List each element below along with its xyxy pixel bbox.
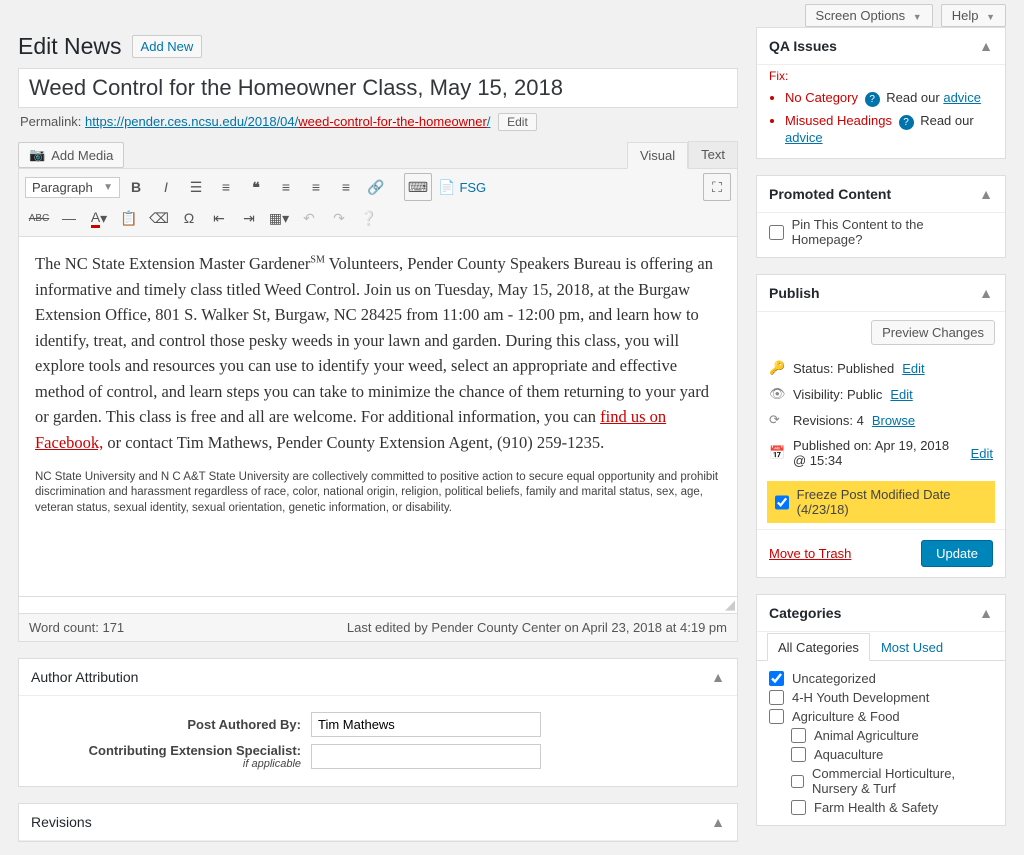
triangle-up-icon: ▲ bbox=[979, 38, 993, 54]
key-icon: 🔑 bbox=[769, 360, 785, 376]
question-icon[interactable]: ? bbox=[899, 115, 914, 130]
visibility-edit-link[interactable]: Edit bbox=[890, 387, 912, 402]
document-icon: 📄 bbox=[438, 179, 455, 196]
specialist-input[interactable] bbox=[311, 744, 541, 769]
author-attribution-toggle[interactable]: Author Attribution▲ bbox=[19, 659, 737, 696]
category-checkbox[interactable] bbox=[791, 747, 806, 762]
triangle-up-icon: ▲ bbox=[711, 669, 725, 685]
publish-toggle[interactable]: Publish▲ bbox=[757, 275, 1005, 312]
page-title: Edit News Add New bbox=[18, 27, 738, 68]
add-media-button[interactable]: 📷 Add Media bbox=[18, 142, 124, 168]
undo-button[interactable]: ↶ bbox=[295, 204, 323, 232]
permalink-row: Permalink: https://pender.ces.ncsu.edu/2… bbox=[18, 108, 738, 141]
category-checkbox[interactable] bbox=[769, 709, 784, 724]
text-color-button[interactable]: A▾ bbox=[85, 204, 113, 232]
qa-issue-item: No Category ? Read our advice bbox=[785, 87, 1005, 110]
hr-button[interactable]: — bbox=[55, 204, 83, 232]
editor-content[interactable]: The NC State Extension Master GardenerSM… bbox=[18, 237, 738, 597]
format-select[interactable]: Paragraph▼ bbox=[25, 177, 120, 198]
fsg-button[interactable]: 📄FSG bbox=[434, 173, 494, 201]
browse-revisions-link[interactable]: Browse bbox=[872, 413, 915, 428]
link-button[interactable]: 🔗 bbox=[362, 173, 390, 201]
preview-changes-button[interactable]: Preview Changes bbox=[871, 320, 995, 345]
special-char-button[interactable]: Ω bbox=[175, 204, 203, 232]
category-checkbox[interactable] bbox=[791, 728, 806, 743]
pin-homepage-label: Pin This Content to the Homepage? bbox=[792, 217, 993, 247]
word-count: Word count: 171 bbox=[29, 620, 124, 635]
triangle-up-icon: ▲ bbox=[979, 186, 993, 202]
bullet-list-button[interactable]: ☰ bbox=[182, 173, 210, 201]
category-checkbox[interactable] bbox=[769, 671, 784, 686]
italic-button[interactable]: I bbox=[152, 173, 180, 201]
disclaimer-text: NC State University and N C A&T State Un… bbox=[35, 470, 721, 517]
pin-homepage-checkbox[interactable] bbox=[769, 225, 784, 240]
status-edit-link[interactable]: Edit bbox=[902, 361, 924, 376]
paste-button[interactable]: 📋 bbox=[115, 204, 143, 232]
eye-icon: 👁 bbox=[769, 386, 785, 402]
category-checkbox[interactable] bbox=[769, 690, 784, 705]
revisions-icon: ⟳ bbox=[769, 412, 785, 428]
date-edit-link[interactable]: Edit bbox=[971, 446, 993, 461]
authored-by-input[interactable] bbox=[311, 712, 541, 737]
authored-by-label: Post Authored By: bbox=[31, 717, 301, 732]
outdent-button[interactable]: ⇤ bbox=[205, 204, 233, 232]
update-button[interactable]: Update bbox=[921, 540, 993, 567]
calendar-icon: 📅 bbox=[769, 445, 785, 461]
categories-toggle[interactable]: Categories▲ bbox=[757, 595, 1005, 632]
blockquote-button[interactable]: ❝ bbox=[242, 173, 270, 201]
indent-button[interactable]: ⇥ bbox=[235, 204, 263, 232]
clear-format-button[interactable]: ⌫ bbox=[145, 204, 173, 232]
triangle-up-icon: ▲ bbox=[711, 814, 725, 830]
align-right-button[interactable]: ≡ bbox=[332, 173, 360, 201]
fullscreen-button[interactable]: ⛶ bbox=[703, 173, 731, 201]
permalink-link[interactable]: https://pender.ces.ncsu.edu/2018/04/weed… bbox=[85, 114, 490, 129]
promoted-toggle[interactable]: Promoted Content▲ bbox=[757, 176, 1005, 213]
advice-link[interactable]: advice bbox=[785, 130, 823, 145]
qa-issue-item: Misused Headings ? Read our advice bbox=[785, 110, 1005, 148]
tab-visual[interactable]: Visual bbox=[627, 142, 688, 169]
category-checkbox[interactable] bbox=[791, 774, 804, 789]
align-center-button[interactable]: ≡ bbox=[302, 173, 330, 201]
qa-issues-toggle[interactable]: QA Issues▲ bbox=[757, 28, 1005, 65]
editor-help-button[interactable]: ❔ bbox=[355, 204, 383, 232]
triangle-up-icon: ▲ bbox=[979, 605, 993, 621]
table-button[interactable]: ▦▾ bbox=[265, 204, 293, 232]
keyboard-button[interactable]: ⌨ bbox=[404, 173, 432, 201]
align-left-button[interactable]: ≡ bbox=[272, 173, 300, 201]
revisions-toggle[interactable]: Revisions▲ bbox=[19, 804, 737, 841]
resize-handle[interactable]: ◢ bbox=[18, 597, 738, 614]
advice-link[interactable]: advice bbox=[943, 90, 981, 105]
move-to-trash-link[interactable]: Move to Trash bbox=[769, 546, 851, 561]
category-checkbox[interactable] bbox=[791, 800, 806, 815]
tab-text[interactable]: Text bbox=[688, 141, 738, 168]
freeze-date-label: Freeze Post Modified Date (4/23/18) bbox=[797, 487, 987, 517]
strikethrough-button[interactable]: ABC bbox=[25, 204, 53, 232]
chevron-down-icon: ▼ bbox=[103, 182, 113, 193]
specialist-label: Contributing Extension Specialist: if ap… bbox=[31, 743, 301, 770]
permalink-edit-button[interactable]: Edit bbox=[498, 113, 537, 131]
redo-button[interactable]: ↷ bbox=[325, 204, 353, 232]
numbered-list-button[interactable]: ≡ bbox=[212, 173, 240, 201]
tab-all-categories[interactable]: All Categories bbox=[767, 633, 870, 661]
help-button[interactable]: Help bbox=[941, 4, 1006, 27]
tab-most-used[interactable]: Most Used bbox=[870, 633, 954, 661]
bold-button[interactable]: B bbox=[122, 173, 150, 201]
last-edited: Last edited by Pender County Center on A… bbox=[347, 620, 727, 635]
post-title-input[interactable] bbox=[18, 68, 738, 108]
question-icon[interactable]: ? bbox=[865, 92, 880, 107]
add-new-button[interactable]: Add New bbox=[132, 35, 203, 58]
camera-icon: 📷 bbox=[29, 147, 45, 163]
freeze-date-checkbox[interactable] bbox=[775, 495, 789, 510]
triangle-up-icon: ▲ bbox=[979, 285, 993, 301]
fix-label: Fix: bbox=[757, 65, 1005, 83]
screen-options-button[interactable]: Screen Options bbox=[805, 4, 933, 27]
